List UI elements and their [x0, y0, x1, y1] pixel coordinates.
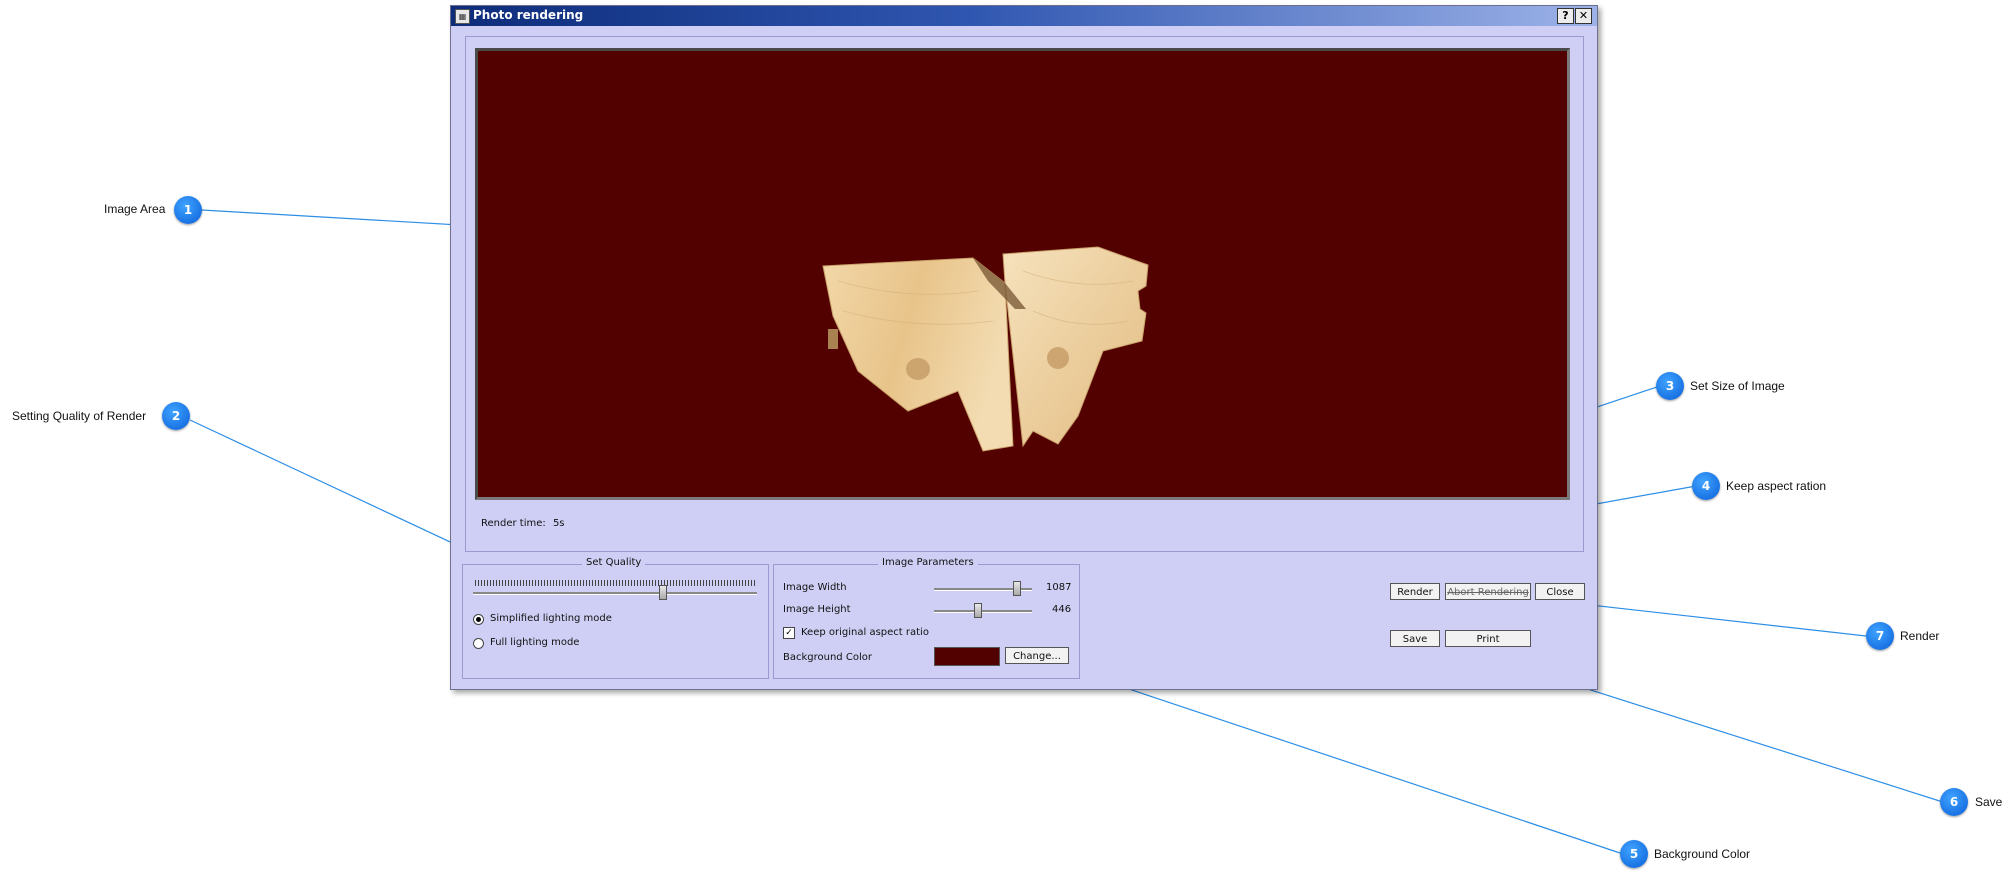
quality-slider-ticks: [475, 580, 755, 586]
keep-aspect-label[interactable]: Keep original aspect ratio: [801, 627, 929, 638]
quality-slider-thumb[interactable]: [659, 585, 667, 600]
callout-label-size: Set Size of Image: [1690, 379, 1785, 393]
print-button[interactable]: Print: [1445, 630, 1531, 647]
change-color-button[interactable]: Change...: [1005, 647, 1069, 664]
abort-rendering-button[interactable]: Abort Rendering: [1445, 583, 1531, 600]
callout-label-image-area: Image Area: [104, 202, 166, 216]
image-width-slider-thumb[interactable]: [1013, 581, 1021, 596]
title-bar[interactable]: ▦ Photo rendering ? ✕: [451, 6, 1597, 26]
simplified-lighting-radio[interactable]: [473, 614, 484, 625]
callout-badge-5: 5: [1620, 840, 1648, 868]
close-button[interactable]: Close: [1535, 583, 1585, 600]
save-button[interactable]: Save: [1390, 630, 1440, 647]
keep-aspect-checkbox[interactable]: ✓: [783, 627, 795, 639]
callout-badge-3: 3: [1656, 372, 1684, 400]
callout-label-save: Save: [1975, 795, 2003, 809]
help-button[interactable]: ?: [1557, 8, 1574, 24]
image-area: [475, 48, 1570, 500]
image-height-slider-thumb[interactable]: [974, 603, 982, 618]
leader-line-5: [1089, 675, 1621, 854]
callout-label-bg-color: Background Color: [1654, 847, 1751, 861]
image-width-value: 1087: [1046, 582, 1072, 593]
render-time-value: 5s: [552, 518, 565, 529]
render-time: Render time: 5s: [481, 518, 565, 529]
render-button[interactable]: Render: [1390, 583, 1440, 600]
render-time-label: Render time:: [481, 518, 546, 529]
quality-slider-track[interactable]: [473, 592, 757, 595]
callout-badge-1: 1: [174, 196, 202, 224]
rendered-wood-object: [822, 246, 1149, 452]
window-title: Photo rendering: [473, 8, 584, 22]
image-height-label: Image Height: [783, 604, 851, 615]
set-quality-group: Set Quality Simplified lighting mode Ful…: [462, 557, 769, 679]
simplified-lighting-label[interactable]: Simplified lighting mode: [490, 613, 612, 624]
background-color-label: Background Color: [783, 652, 872, 663]
full-lighting-label[interactable]: Full lighting mode: [490, 637, 579, 648]
set-quality-title: Set Quality: [582, 557, 646, 568]
callout-label-render: Render: [1900, 629, 1940, 643]
background-color-swatch[interactable]: [934, 647, 1000, 666]
callout-badge-7: 7: [1866, 622, 1894, 650]
full-lighting-radio[interactable]: [473, 638, 484, 649]
window-close-button[interactable]: ✕: [1575, 8, 1592, 24]
callout-label-quality: Setting Quality of Render: [12, 409, 147, 423]
callout-badge-4: 4: [1692, 472, 1720, 500]
image-parameters-group: Image Parameters Image Width 1087 Image …: [773, 557, 1080, 679]
photo-rendering-dialog: ▦ Photo rendering ? ✕ Render time: 5s Se…: [450, 5, 1598, 690]
app-icon: ▦: [455, 9, 470, 24]
image-width-label: Image Width: [783, 582, 847, 593]
image-height-slider-track[interactable]: [934, 610, 1032, 613]
image-height-value: 446: [1052, 604, 1072, 615]
image-parameters-title: Image Parameters: [878, 557, 978, 568]
callout-badge-6: 6: [1940, 788, 1968, 816]
callout-badge-2: 2: [162, 402, 190, 430]
callout-label-aspect: Keep aspect ration: [1726, 479, 1827, 493]
